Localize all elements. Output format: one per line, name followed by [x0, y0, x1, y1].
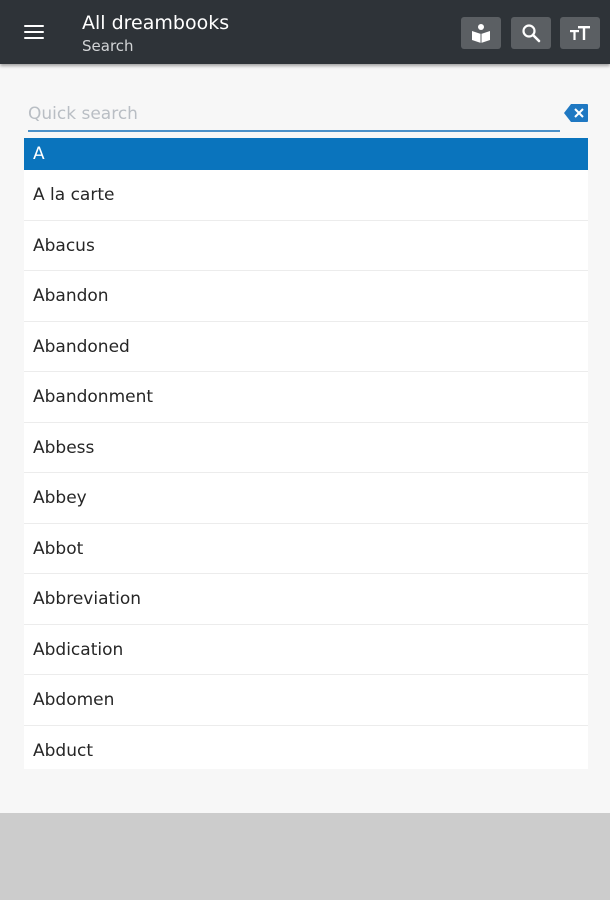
list-item[interactable]: Abdication: [24, 625, 588, 675]
list-item[interactable]: Abandonment: [24, 372, 588, 423]
list-item[interactable]: Abacus: [24, 221, 588, 271]
dream-word-list: A A la carte Abacus Abandon Abandoned Ab…: [24, 138, 588, 769]
search-button[interactable]: [511, 17, 551, 49]
top-app-bar: All dreambooks Search: [0, 0, 610, 64]
clear-search-button[interactable]: [564, 104, 588, 122]
title-block: All dreambooks Search: [82, 10, 229, 56]
empty-bottom-area: [0, 813, 610, 900]
menu-icon[interactable]: [24, 22, 46, 42]
list-item[interactable]: A la carte: [24, 170, 588, 221]
list-item[interactable]: Abbot: [24, 524, 588, 574]
list-item[interactable]: Abandoned: [24, 322, 588, 372]
list-item[interactable]: Abbess: [24, 423, 588, 473]
text-size-icon: [570, 26, 590, 40]
quick-search-input[interactable]: [28, 100, 560, 128]
app-subtitle: Search: [82, 37, 134, 55]
list-item[interactable]: Abbreviation: [24, 574, 588, 625]
list-item[interactable]: Abbey: [24, 473, 588, 524]
app-screen: All dreambooks Search Quick search A A l…: [0, 0, 610, 813]
search-field: [28, 100, 560, 132]
list-item[interactable]: Abdomen: [24, 675, 588, 726]
text-size-button[interactable]: [560, 17, 600, 49]
list-item[interactable]: Abandon: [24, 271, 588, 322]
section-header: A: [24, 138, 588, 170]
list-item[interactable]: Abduct: [24, 726, 588, 770]
backspace-icon: [564, 104, 588, 122]
book-icon: [472, 24, 490, 43]
app-title: All dreambooks: [82, 12, 230, 34]
book-button[interactable]: [461, 17, 501, 49]
search-icon: [522, 24, 541, 43]
